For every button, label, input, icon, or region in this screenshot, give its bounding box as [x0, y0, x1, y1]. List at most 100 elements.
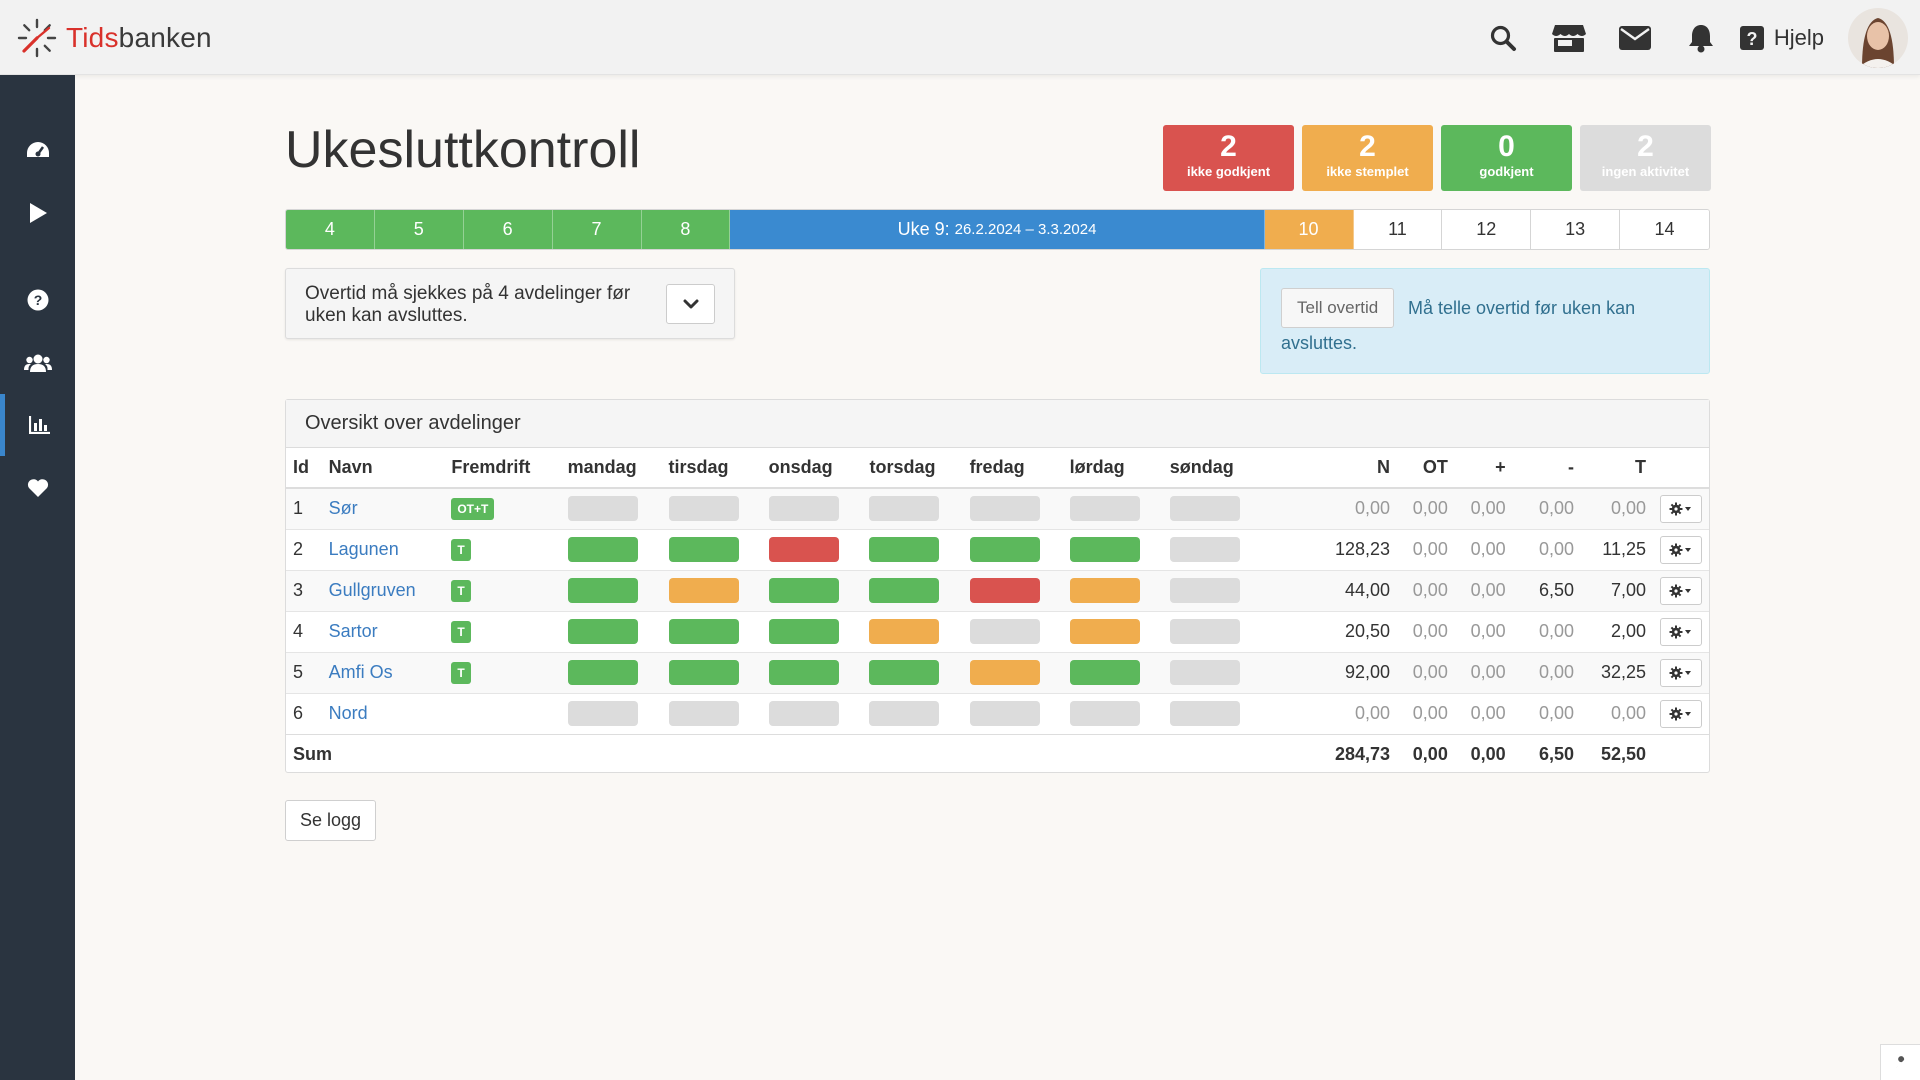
logo[interactable]: Tidsbanken: [16, 16, 212, 60]
stat-ingen-aktivitet[interactable]: 2 ingen aktivitet: [1580, 125, 1711, 191]
week-14[interactable]: 14: [1620, 210, 1709, 249]
row-settings-button[interactable]: [1660, 576, 1702, 605]
day-status-indicator[interactable]: [1169, 578, 1240, 603]
day-status-indicator[interactable]: [1069, 660, 1140, 685]
day-status-indicator[interactable]: [969, 578, 1040, 603]
day-status-indicator[interactable]: [869, 619, 940, 644]
day-status-indicator[interactable]: [1169, 660, 1240, 685]
table-row: 1 Sør OT+T 0,00 0,00 0,00 0,00 0,00: [286, 487, 1709, 529]
day-status-indicator[interactable]: [567, 537, 638, 562]
cell-fremdrift: T: [444, 610, 561, 652]
day-status-indicator[interactable]: [567, 660, 638, 685]
stat-ikke-stemplet[interactable]: 2 ikke stemplet: [1302, 125, 1433, 191]
envelope-icon[interactable]: [1602, 0, 1668, 75]
cell-day: [1162, 610, 1328, 652]
week-6[interactable]: 6: [463, 210, 553, 249]
day-status-indicator[interactable]: [1069, 537, 1140, 562]
gear-icon: [1669, 666, 1691, 679]
week-4[interactable]: 4: [286, 210, 375, 249]
day-status-indicator[interactable]: [1169, 701, 1240, 726]
day-status-indicator[interactable]: [1069, 701, 1140, 726]
day-status-indicator[interactable]: [969, 701, 1040, 726]
day-status-indicator[interactable]: [668, 619, 739, 644]
day-status-indicator[interactable]: [768, 578, 839, 603]
day-status-indicator[interactable]: [668, 496, 739, 522]
search-icon[interactable]: [1470, 0, 1536, 75]
day-status-indicator[interactable]: [869, 496, 940, 522]
day-status-indicator[interactable]: [768, 496, 839, 522]
wrench-icon[interactable]: [1880, 1044, 1920, 1080]
expand-warning-button[interactable]: [666, 284, 715, 324]
week-12[interactable]: 12: [1442, 210, 1532, 249]
day-status-indicator[interactable]: [668, 660, 739, 685]
day-status-indicator[interactable]: [869, 660, 940, 685]
week-7[interactable]: 7: [552, 210, 642, 249]
day-status-indicator[interactable]: [1169, 619, 1240, 644]
day-status-indicator[interactable]: [1069, 619, 1140, 644]
day-status-indicator[interactable]: [567, 496, 638, 522]
cell-n: 92,00: [1327, 651, 1397, 693]
day-status-indicator[interactable]: [768, 660, 839, 685]
users-icon[interactable]: [0, 332, 75, 394]
gear-icon: [1669, 707, 1691, 720]
week-13[interactable]: 13: [1531, 210, 1621, 249]
cell-actions: [1653, 610, 1709, 652]
row-settings-button[interactable]: [1660, 494, 1702, 523]
department-link[interactable]: Nord: [321, 692, 445, 734]
day-status-indicator[interactable]: [1069, 578, 1140, 603]
day-status-indicator[interactable]: [869, 578, 940, 603]
row-settings-button[interactable]: [1660, 699, 1702, 728]
heart-icon[interactable]: [0, 457, 75, 519]
department-link[interactable]: Sør: [321, 487, 445, 529]
day-status-indicator[interactable]: [969, 496, 1040, 522]
bar-chart-icon[interactable]: [0, 394, 75, 456]
day-status-indicator[interactable]: [567, 578, 638, 603]
day-status-indicator[interactable]: [668, 701, 739, 726]
cell-t: 11,25: [1580, 528, 1653, 570]
row-settings-button[interactable]: [1660, 535, 1702, 564]
day-status-indicator[interactable]: [869, 537, 940, 562]
day-status-indicator[interactable]: [768, 537, 839, 562]
week-5[interactable]: 5: [374, 210, 464, 249]
day-status-indicator[interactable]: [1169, 496, 1240, 522]
dashboard-icon[interactable]: [0, 119, 75, 181]
stat-ikke-godkjent[interactable]: 2 ikke godkjent: [1163, 125, 1294, 191]
department-link[interactable]: Gullgruven: [321, 569, 445, 611]
day-status-indicator[interactable]: [567, 619, 638, 644]
day-status-indicator[interactable]: [1069, 496, 1140, 522]
day-status-indicator[interactable]: [768, 701, 839, 726]
department-link[interactable]: Amfi Os: [321, 651, 445, 693]
day-status-indicator[interactable]: [567, 701, 638, 726]
day-status-indicator[interactable]: [969, 537, 1040, 562]
week-current[interactable]: Uke 9: 26.2.2024 – 3.3.2024: [730, 210, 1265, 249]
question-icon[interactable]: ?: [0, 269, 75, 331]
avatar[interactable]: [1848, 7, 1908, 68]
day-status-indicator[interactable]: [869, 701, 940, 726]
row-settings-button[interactable]: [1660, 658, 1702, 687]
overtime-warning: Overtid må sjekkes på 4 avdelinger før u…: [285, 268, 735, 339]
day-status-indicator[interactable]: [969, 660, 1040, 685]
day-status-indicator[interactable]: [668, 537, 739, 562]
bell-icon[interactable]: [1668, 0, 1734, 75]
cell-day: [560, 610, 662, 652]
help-link[interactable]: ? Hjelp: [1734, 0, 1836, 75]
day-status-indicator[interactable]: [768, 619, 839, 644]
day-status-indicator[interactable]: [1169, 537, 1240, 562]
play-icon[interactable]: [0, 182, 75, 244]
row-settings-button[interactable]: [1660, 617, 1702, 646]
week-8[interactable]: 8: [641, 210, 731, 249]
count-overtime-button[interactable]: Tell overtid: [1281, 288, 1395, 328]
department-link[interactable]: Sartor: [321, 610, 445, 652]
table-row: 3 Gullgruven T 44,00 0,00 0,00 6,50 7,00: [286, 569, 1709, 611]
store-icon[interactable]: [1536, 0, 1602, 75]
week-11[interactable]: 11: [1353, 210, 1443, 249]
stat-godkjent[interactable]: 0 godkjent: [1441, 125, 1572, 191]
logo-icon: [17, 18, 57, 58]
week-10[interactable]: 10: [1264, 210, 1354, 249]
department-link[interactable]: Lagunen: [321, 528, 445, 570]
day-status-indicator[interactable]: [969, 619, 1040, 644]
day-status-indicator[interactable]: [668, 578, 739, 603]
cell-day: [1062, 487, 1163, 529]
progress-badge: T: [451, 662, 471, 684]
see-log-button[interactable]: Se logg: [285, 800, 377, 841]
